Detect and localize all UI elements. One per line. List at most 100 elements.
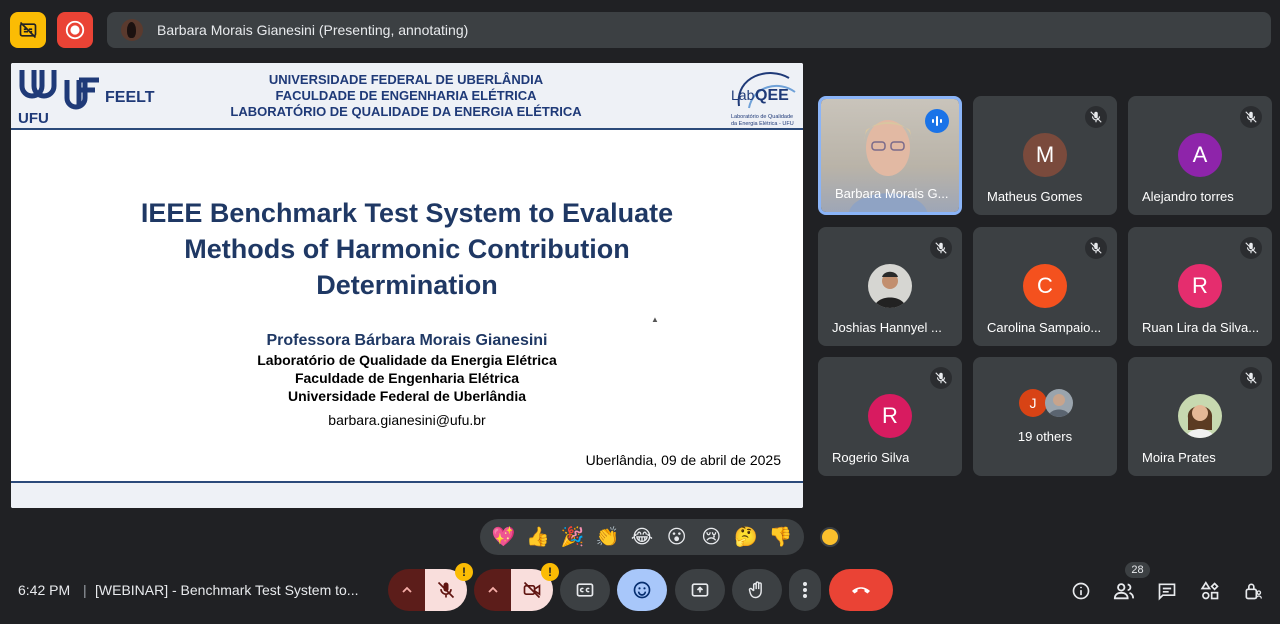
mic-options-button[interactable] <box>388 569 425 611</box>
slide-header: UFU FEELT UNIVERSIDADE FEDERAL DE UBERLÂ… <box>11 63 803 130</box>
camera-warning-badge: ! <box>541 563 559 581</box>
avatar: A <box>1178 133 1222 177</box>
university-line: UNIVERSIDADE FEDERAL DE UBERLÂNDIA <box>268 72 544 87</box>
mic-toggle-button[interactable]: ! <box>425 563 473 611</box>
labqee-logo: Lab QEE Laboratório de Qualidade da Ener… <box>731 72 796 127</box>
mic-off-icon <box>1240 106 1262 128</box>
reaction-sad[interactable]: 😢 <box>695 521 727 553</box>
avatar: R <box>868 394 912 438</box>
faculty-line: FACULDADE DE ENGENHARIA ELÉTRICA <box>275 88 537 103</box>
participant-tile-matheus[interactable]: M Matheus Gomes <box>973 96 1117 215</box>
slide-title-line: Determination <box>316 270 498 300</box>
avatar <box>1045 389 1073 417</box>
participant-name: Ruan Lira da Silva... <box>1142 320 1260 335</box>
others-count-label: 19 others <box>1017 429 1073 444</box>
camera-options-button[interactable] <box>474 569 511 611</box>
camera-control: ! <box>474 563 559 611</box>
host-controls-button[interactable] <box>1241 579 1265 603</box>
ufu-logo-text: UFU <box>18 110 49 126</box>
cursor-icon: ▲ <box>651 315 659 324</box>
mic-off-icon <box>1085 237 1107 259</box>
reaction-clap[interactable]: 👏 <box>591 521 623 553</box>
mic-off-icon <box>930 367 952 389</box>
affiliation-lab: Laboratório de Qualidade da Energia Elét… <box>257 352 557 368</box>
chevron-up-icon <box>487 586 498 593</box>
participant-tile-alejandro[interactable]: A Alejandro torres <box>1128 96 1272 215</box>
labqee-caption-2: da Energia Elétrica - UFU <box>731 121 794 127</box>
participant-tile-barbara[interactable]: Barbara Morais G... <box>818 96 962 215</box>
info-icon <box>1072 582 1090 600</box>
reaction-heart[interactable]: 💖 <box>487 521 519 553</box>
labqee-caption-1: Laboratório de Qualidade <box>731 114 793 120</box>
camera-off-icon <box>523 581 541 599</box>
call-end-icon <box>852 587 870 594</box>
captions-button[interactable] <box>560 569 610 611</box>
activities-button[interactable] <box>1198 579 1222 603</box>
chat-icon <box>1158 583 1176 601</box>
participant-tile-others[interactable]: J 19 others <box>973 357 1117 476</box>
author-name: Professora Bárbara Morais Gianesini <box>266 332 548 349</box>
present-screen-button[interactable] <box>675 569 725 611</box>
raise-hand-button[interactable] <box>732 569 782 611</box>
reaction-surprised[interactable]: 😮 <box>661 521 693 553</box>
recording-button[interactable] <box>57 12 93 48</box>
mic-off-icon <box>437 581 455 599</box>
people-icon <box>1113 583 1135 600</box>
university-header-text: UNIVERSIDADE FEDERAL DE UBERLÂNDIA FACUL… <box>211 72 601 120</box>
mic-off-icon <box>1240 237 1262 259</box>
reaction-thumbs-down[interactable]: 👎 <box>765 521 797 553</box>
more-options-button[interactable] <box>789 569 821 611</box>
participant-tile-rogerio[interactable]: R Rogerio Silva <box>818 357 962 476</box>
lock-person-icon <box>1245 583 1262 600</box>
author-email: barbara.gianesini@ufu.br <box>328 412 486 428</box>
participant-name: Moira Prates <box>1142 450 1216 465</box>
closed-caption-icon <box>576 583 594 597</box>
emoji-icon <box>633 581 651 599</box>
camera-toggle-button[interactable]: ! <box>511 563 559 611</box>
affiliation-faculty: Faculdade de Engenharia Elétrica <box>294 370 520 386</box>
labqee-qee-text: QEE <box>755 87 789 104</box>
reaction-bar: 💖 👍 🎉 👏 😂 😮 😢 🤔 👎 <box>480 519 804 555</box>
slide-title-line: IEEE Benchmark Test System to Evaluate <box>140 198 674 228</box>
time-separator: | <box>83 582 87 598</box>
participant-name: Rogerio Silva <box>832 450 910 465</box>
reactions-button[interactable] <box>617 569 667 611</box>
chat-button[interactable] <box>1155 579 1179 603</box>
skin-tone-picker[interactable] <box>820 527 840 547</box>
reaction-party[interactable]: 🎉 <box>557 521 589 553</box>
participant-count-badge: 28 <box>1125 562 1150 578</box>
present-to-all-icon <box>691 583 709 597</box>
avatar: J <box>1019 389 1047 417</box>
reaction-thinking[interactable]: 🤔 <box>730 521 762 553</box>
leave-call-button[interactable] <box>829 569 893 611</box>
recording-icon <box>65 20 85 40</box>
feelt-logo: FEELT <box>64 77 155 110</box>
participant-tile-joshias[interactable]: Joshias Hannyel ... <box>818 227 962 346</box>
hand-icon <box>748 581 762 599</box>
participant-name: Carolina Sampaio... <box>987 320 1102 335</box>
labqee-lab-text: Lab <box>731 87 755 103</box>
author-block: Professora Bárbara Morais Gianesini Labo… <box>201 331 613 405</box>
slide-title-line: Methods of Harmonic Contribution <box>184 234 630 264</box>
participant-tile-carolina[interactable]: C Carolina Sampaio... <box>973 227 1117 346</box>
mic-warning-badge: ! <box>455 563 473 581</box>
reaction-laugh[interactable]: 😂 <box>626 521 658 553</box>
participant-tile-ruan[interactable]: R Ruan Lira da Silva... <box>1128 227 1272 346</box>
affiliation-university: Universidade Federal de Uberlândia <box>287 388 527 404</box>
presenter-banner: Barbara Morais Gianesini (Presenting, an… <box>107 12 1271 48</box>
reaction-thumbs-up[interactable]: 👍 <box>522 521 554 553</box>
avatar <box>1178 394 1222 438</box>
presentation-slide: UFU FEELT UNIVERSIDADE FEDERAL DE UBERLÂ… <box>11 63 803 508</box>
people-button[interactable] <box>1112 579 1136 603</box>
meeting-time: 6:42 PM <box>18 582 71 598</box>
meeting-info-button[interactable] <box>1069 579 1093 603</box>
captions-off-button[interactable] <box>10 12 46 48</box>
avatar: M <box>1023 133 1067 177</box>
feelt-logo-text: FEELT <box>105 89 155 106</box>
activities-icon <box>1200 581 1219 600</box>
slide-title: IEEE Benchmark Test System to Evaluate M… <box>71 195 743 303</box>
participant-name: Joshias Hannyel ... <box>832 320 942 335</box>
slide-date: Uberlândia, 09 de abril de 2025 <box>585 452 781 468</box>
microphone-control: ! <box>388 563 473 611</box>
participant-tile-moira[interactable]: Moira Prates <box>1128 357 1272 476</box>
